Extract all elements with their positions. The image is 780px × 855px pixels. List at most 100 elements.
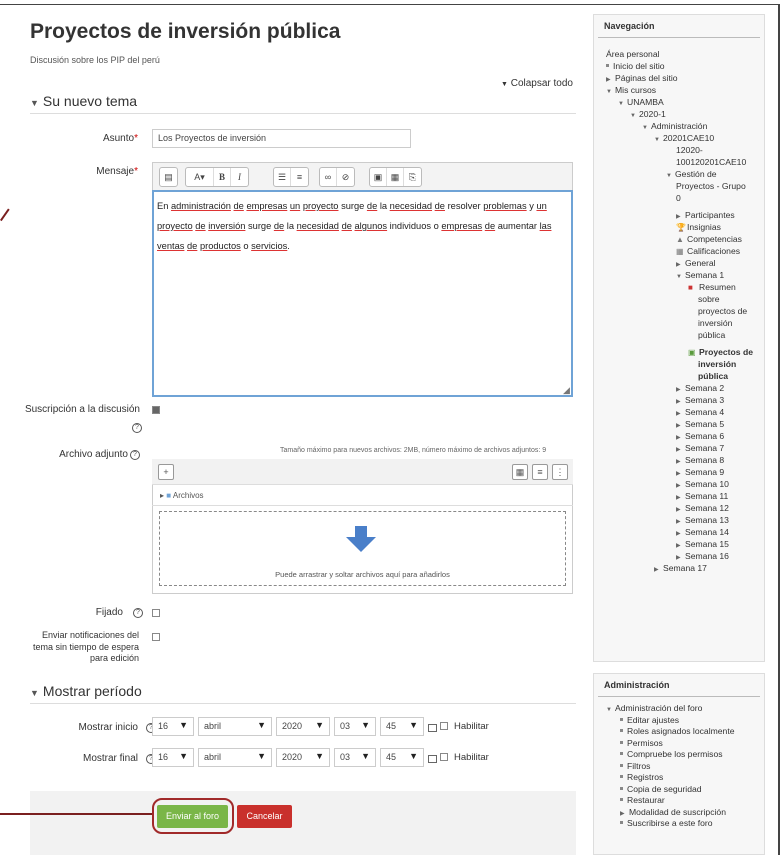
nav-item-label: Mis cursos <box>615 85 657 95</box>
admin-item[interactable]: Roles asignados localmente <box>620 726 735 738</box>
pinned-checkbox[interactable] <box>152 609 160 617</box>
paragraph-styles-icon[interactable]: A▾ <box>186 168 214 186</box>
link-icon[interactable]: ∞ <box>320 168 337 186</box>
nav-item-label: Semana 3 <box>685 395 725 405</box>
spellcheck-word: necesidad <box>296 221 339 231</box>
end-hour-select[interactable]: 03 ▼ <box>334 748 376 767</box>
nav-item[interactable]: ▲ Competencias <box>676 234 742 246</box>
collapse-icon[interactable]: ▼ <box>618 99 627 111</box>
nav-item[interactable]: 🏆Insignias <box>676 222 721 234</box>
notify-checkbox[interactable] <box>152 633 160 641</box>
spellcheck-word: proyecto <box>157 221 193 231</box>
bold-icon[interactable]: B <box>214 168 231 186</box>
nav-item-label: Proyectos - Grupo <box>676 181 746 191</box>
collapse-all-link[interactable]: ▼ Colapsar todo <box>501 78 573 89</box>
section-new-topic-header[interactable]: ▼ Su nuevo tema <box>30 93 137 109</box>
admin-item[interactable]: Filtros <box>620 761 650 773</box>
image-icon[interactable]: ▣ <box>370 168 387 186</box>
nav-item[interactable]: Proyectos - Grupo <box>676 181 746 193</box>
admin-item[interactable]: Copia de seguridad <box>620 784 702 796</box>
subscription-checkbox[interactable] <box>152 406 160 414</box>
nav-item[interactable]: pública <box>698 371 728 383</box>
unlink-icon[interactable]: ⊘ <box>337 168 354 186</box>
spellcheck-word: ventas <box>157 241 185 251</box>
admin-item[interactable]: Registros <box>620 772 663 784</box>
spellcheck-word: servicios <box>251 241 288 251</box>
toolbar-group-4: ∞ ⊘ <box>319 167 355 187</box>
end-day-select[interactable]: 16 ▼ <box>152 748 194 767</box>
message-text: la <box>284 221 297 231</box>
activity-icon: ▦ <box>676 247 684 256</box>
unordered-list-icon[interactable]: ☰ <box>274 168 291 186</box>
help-icon[interactable]: ? <box>133 608 143 618</box>
cancel-button[interactable]: Cancelar <box>237 805 292 828</box>
start-minute-select[interactable]: 45 ▼ <box>380 717 424 736</box>
bullet-icon <box>620 729 623 732</box>
collapse-icon[interactable]: ▼ <box>666 171 675 183</box>
nav-item[interactable]: pública <box>698 330 725 342</box>
italic-icon[interactable]: I <box>231 168 248 186</box>
activity-icon: ■ <box>688 283 693 292</box>
nav-item[interactable]: Inicio del sitio <box>606 61 665 73</box>
nav-item[interactable]: ▶ Semana 17 <box>654 563 707 577</box>
help-icon[interactable]: ? <box>132 423 142 433</box>
manage-files-icon[interactable]: ⎘ <box>404 168 421 186</box>
section-new-topic-title: Su nuevo tema <box>42 93 138 109</box>
attachment-label: Archivo adjunto <box>59 449 128 460</box>
message-editor[interactable]: En administración de empresas un proyect… <box>152 190 573 397</box>
spellcheck-word: necesidad <box>389 201 433 211</box>
toolbar-group-5: ▣ ▦ ⎘ <box>369 167 422 187</box>
start-enable-checkbox[interactable] <box>440 722 448 730</box>
admin-item[interactable]: Permisos <box>620 738 663 750</box>
section-display-period-header[interactable]: ▼ Mostrar período <box>30 683 142 699</box>
admin-item[interactable]: Compruebe los permisos <box>620 749 723 761</box>
expand-icon[interactable]: ▶ <box>654 565 663 577</box>
nav-item[interactable]: inversión <box>698 318 732 330</box>
collapse-icon[interactable]: ▼ <box>654 135 663 147</box>
nav-item[interactable]: 100120201CAE10 <box>676 157 746 169</box>
start-month-select[interactable]: abril ▼ <box>198 717 272 736</box>
list-view-icon[interactable]: ≡ <box>532 464 548 480</box>
divider <box>152 505 573 506</box>
media-icon[interactable]: ▦ <box>387 168 404 186</box>
nav-item[interactable]: ■ Resumen <box>688 282 736 294</box>
spellcheck-word: de <box>434 201 445 211</box>
admin-item[interactable]: Suscribirse a este foro <box>620 818 713 830</box>
start-hour-select[interactable]: 03 ▼ <box>334 717 376 736</box>
activity-icon: ▣ <box>688 348 696 357</box>
start-day-select[interactable]: 16 ▼ <box>152 717 194 736</box>
nav-item[interactable]: ▣ Proyectos de <box>688 347 753 359</box>
help-icon[interactable]: ? <box>130 450 140 460</box>
end-month-select[interactable]: abril ▼ <box>198 748 272 767</box>
nav-item[interactable]: sobre <box>698 294 720 306</box>
nav-item[interactable]: proyectos de <box>698 306 747 318</box>
collapse-icon[interactable]: ▼ <box>676 272 685 284</box>
nav-item[interactable]: 0 <box>676 193 681 205</box>
end-enable-checkbox[interactable] <box>440 753 448 761</box>
admin-item[interactable]: Editar ajustes <box>620 715 679 727</box>
end-minute-select[interactable]: 45 ▼ <box>380 748 424 767</box>
files-folder[interactable]: ▸ ■ Archivos <box>160 491 204 500</box>
nav-item[interactable]: 12020- <box>676 145 703 157</box>
end-year-select[interactable]: 2020 ▼ <box>276 748 330 767</box>
submit-button[interactable]: Enviar al foro <box>157 805 228 828</box>
subject-input[interactable]: Los Proyectos de inversión <box>152 129 411 148</box>
show-more-buttons-icon[interactable]: ▤ <box>160 168 177 186</box>
icon-view-icon[interactable]: ▦ <box>512 464 528 480</box>
nav-item[interactable]: Área personal <box>606 49 660 61</box>
collapse-icon[interactable]: ▼ <box>630 111 639 123</box>
nav-item[interactable]: ▦ Calificaciones <box>676 246 740 258</box>
tree-view-icon[interactable]: ⋮ <box>552 464 568 480</box>
collapse-caret-icon: ▼ <box>30 98 39 108</box>
ordered-list-icon[interactable]: ≡ <box>291 168 308 186</box>
calendar-icon[interactable] <box>428 755 437 763</box>
start-year-select[interactable]: 2020 ▼ <box>276 717 330 736</box>
admin-item[interactable]: Restaurar <box>620 795 665 807</box>
resize-handle-icon[interactable]: ◢ <box>563 385 570 396</box>
collapse-icon[interactable]: ▼ <box>606 87 615 99</box>
nav-item[interactable]: inversión <box>698 359 736 371</box>
nav-item-label: inversión <box>698 359 737 369</box>
add-file-icon[interactable]: + <box>158 464 174 480</box>
calendar-icon[interactable] <box>428 724 437 732</box>
collapse-icon[interactable]: ▼ <box>642 123 651 135</box>
